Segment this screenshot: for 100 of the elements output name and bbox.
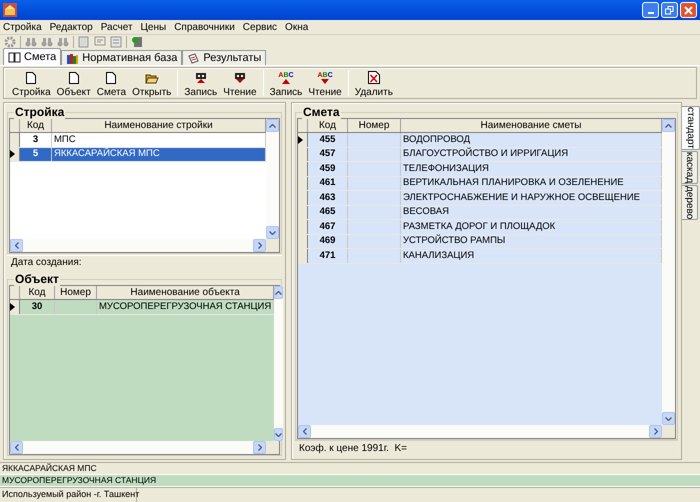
group-title: Смета [302, 105, 341, 119]
toolbar-button[interactable]: Удалить [352, 68, 396, 98]
vertical-scrollbar[interactable] [274, 286, 284, 441]
binoculars-icon[interactable] [25, 36, 37, 48]
binoculars-icon[interactable] [57, 36, 69, 48]
table-cell: ВОДОПРОВОД [403, 132, 470, 147]
table-cell: БЛАГОУСТРОЙСТВО И ИРРИГАЦИЯ [403, 147, 568, 162]
document-icon [26, 72, 36, 84]
toolbar-button[interactable]: Открыть [129, 68, 174, 98]
menu-item[interactable]: Цены [140, 20, 166, 35]
vertical-scrollbar[interactable] [266, 119, 279, 239]
tab[interactable]: Результаты [182, 50, 266, 65]
table-cell: 469 [320, 234, 336, 248]
app-icon [3, 3, 17, 17]
caret-up-icon [275, 290, 282, 294]
table-cell: 459 [320, 162, 336, 176]
upload-icon [194, 72, 208, 84]
group-title: Объект [14, 272, 60, 286]
toolbar-button[interactable]: Чтение [220, 68, 260, 98]
table-cell: ЯККАСАРАЙСКАЯ МПС [54, 147, 160, 162]
minimize-button[interactable] [642, 2, 659, 18]
table-cell: 5 [32, 147, 38, 162]
side-tab[interactable]: стандарт [682, 106, 700, 150]
field-label: Дата создания: [11, 256, 82, 270]
menu-item[interactable]: Стройка [3, 20, 42, 35]
table-cell: ВЕСОВАЯ [403, 205, 449, 220]
table-row[interactable]: 459 ТЕЛЕФОНИЗАЦИЯ [298, 162, 662, 176]
table-cell: 30 [32, 300, 42, 314]
table-cell: УСТРОЙСТВО РАМПЫ [403, 234, 506, 248]
horizontal-scrollbar[interactable] [10, 239, 266, 252]
caret-down-icon [269, 230, 276, 234]
caret-down-icon [665, 416, 672, 420]
status-text: Используемый район -г. Ташкент [2, 488, 140, 502]
table-row[interactable]: 455 ВОДОПРОВОД [298, 133, 662, 148]
column-header[interactable]: Номер [55, 286, 97, 299]
page-icon[interactable] [94, 36, 106, 48]
column-header[interactable]: Номер [348, 119, 401, 132]
menu-item[interactable]: Окна [285, 20, 308, 35]
table-cell: ЭЛЕКТРОСНАБЖЕНИЕ И НАРУЖНОЕ ОСВЕЩЕНИЕ [403, 190, 640, 205]
table-cell: 465 [320, 205, 336, 220]
table-row[interactable]: 471 КАНАЛИЗАЦИЯ [298, 249, 662, 264]
delete-icon [368, 71, 380, 84]
horizontal-scrollbar[interactable] [298, 425, 662, 438]
caret-right-icon [258, 444, 262, 451]
caret-down-icon [275, 432, 282, 436]
group-title: Стройка [14, 105, 66, 119]
table-cell: 467 [320, 220, 336, 234]
table-cell: 3 [32, 132, 38, 147]
menu-item[interactable]: Сервис [242, 20, 278, 35]
caret-right-icon [654, 428, 658, 435]
menu-item[interactable]: Справочники [174, 20, 235, 35]
side-tab[interactable]: дерево [682, 185, 698, 220]
column-header[interactable]: Код [20, 286, 55, 299]
book-icon [8, 52, 21, 62]
table-cell: 455 [320, 132, 336, 147]
row-pointer-icon [10, 302, 15, 311]
tab[interactable]: Смета [3, 48, 62, 65]
menu-item[interactable]: Редактор [50, 20, 93, 35]
table-row[interactable]: 469 УСТРОЙСТВО РАМПЫ [298, 234, 662, 249]
table-row[interactable]: 461 ВЕРТИКАЛЬНАЯ ПЛАНИРОВКА И ОЗЕЛЕНЕНИЕ [298, 176, 662, 191]
gear-icon[interactable] [4, 36, 16, 48]
side-tab[interactable]: каскад [682, 150, 698, 184]
caret-left-icon [14, 242, 18, 249]
toolbar-button[interactable]: Объект [54, 68, 94, 98]
tab[interactable]: Нормативная база [61, 50, 182, 65]
close-button[interactable] [680, 2, 697, 18]
table-row[interactable]: 463 ЭЛЕКТРОСНАБЖЕНИЕ И НАРУЖНОЕ ОСВЕЩЕНИЕ [298, 191, 662, 206]
table-row[interactable]: 457 БЛАГОУСТРОЙСТВО И ИРРИГАЦИЯ [298, 148, 662, 162]
toolbar-button[interactable]: Смета [94, 68, 130, 98]
table-cell: ВЕРТИКАЛЬНАЯ ПЛАНИРОВКА И ОЗЕЛЕНЕНИЕ [403, 176, 624, 190]
vertical-scrollbar[interactable] [662, 119, 675, 425]
horizontal-scrollbar[interactable] [10, 441, 266, 454]
table-cell: 471 [320, 248, 336, 263]
table-row[interactable]: 467 РАЗМЕТКА ДОРОГ И ПЛОЩАДОК [298, 220, 662, 234]
page-icon[interactable] [110, 36, 122, 48]
table-row[interactable]: 30 МУСОРОПЕРЕГРУЗОЧНАЯ СТАНЦИЯ [10, 300, 274, 314]
caret-left-icon [302, 428, 306, 435]
menu-item[interactable]: Расчет [100, 20, 133, 35]
toolbar-button[interactable]: Стройка [9, 68, 54, 98]
caret-right-icon [258, 242, 262, 249]
caret-up-icon [269, 124, 276, 128]
table-cell: КАНАЛИЗАЦИЯ [403, 248, 474, 263]
restore-button[interactable] [661, 2, 678, 18]
download-icon [232, 72, 247, 84]
table-cell: МУСОРОПЕРЕГРУЗОЧНАЯ СТАНЦИЯ [99, 300, 272, 314]
folder-icon [144, 72, 159, 84]
column-header[interactable]: Код [308, 119, 348, 132]
toolbar-button[interactable]: Запись [181, 68, 220, 98]
table-cell: 457 [320, 147, 336, 162]
book-icon[interactable] [131, 36, 143, 48]
row-pointer-icon [298, 136, 303, 144]
page-icon[interactable] [78, 36, 90, 48]
table-cell: 461 [320, 176, 336, 190]
column-header[interactable]: Код [20, 119, 52, 132]
binoculars-icon[interactable] [41, 36, 53, 48]
table-row[interactable]: 5 ЯККАСАРАЙСКАЯ МПС [10, 148, 266, 162]
table-cell: ТЕЛЕФОНИЗАЦИЯ [403, 162, 489, 176]
table-row[interactable]: 465 ВЕСОВАЯ [298, 206, 662, 220]
row-pointer-icon [10, 150, 15, 158]
caret-left-icon [14, 444, 18, 451]
